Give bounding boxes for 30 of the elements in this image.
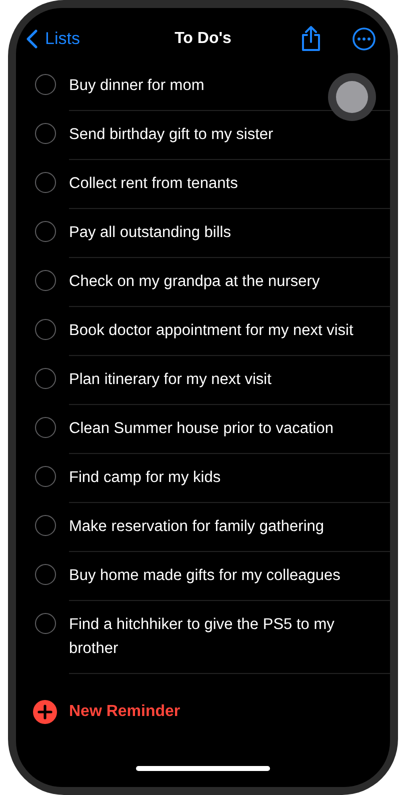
reminder-text: Find camp for my kids [69, 454, 390, 503]
reminder-text: Buy home made gifts for my colleagues [69, 552, 390, 601]
checkbox[interactable] [35, 172, 56, 193]
checkbox[interactable] [35, 466, 56, 487]
add-icon[interactable] [33, 700, 57, 724]
new-reminder-button[interactable]: New Reminder [69, 703, 180, 721]
assistive-touch-button[interactable] [328, 73, 376, 121]
reminder-text: Check on my grandpa at the nursery [69, 258, 390, 307]
checkbox[interactable] [35, 515, 56, 536]
reminder-text: Clean Summer house prior to vacation [69, 405, 390, 454]
reminder-text: Pay all outstanding bills [69, 209, 390, 258]
nav-title: To Do's [174, 30, 232, 48]
back-button[interactable]: Lists [26, 29, 80, 49]
chevron-icon [26, 29, 38, 49]
checkbox[interactable] [35, 417, 56, 438]
checkbox[interactable] [35, 270, 56, 291]
checkbox[interactable] [35, 74, 56, 95]
checkbox[interactable] [35, 319, 56, 340]
reminder-text: Book doctor appointment for my next visit [69, 307, 390, 356]
share-icon[interactable] [300, 26, 322, 52]
checkbox[interactable] [35, 368, 56, 389]
reminder-text: Find a hitchhiker to give the PS5 to my brother [69, 601, 390, 674]
checkbox[interactable] [35, 564, 56, 585]
reminder-text: Collect rent from tenants [69, 160, 390, 209]
checkbox[interactable] [35, 221, 56, 242]
checkbox[interactable] [35, 613, 56, 634]
reminder-text: Make reservation for family gathering [69, 503, 390, 552]
more-icon[interactable] [352, 27, 376, 51]
checkbox[interactable] [35, 123, 56, 144]
reminder-text: Plan itinerary for my next visit [69, 356, 390, 405]
